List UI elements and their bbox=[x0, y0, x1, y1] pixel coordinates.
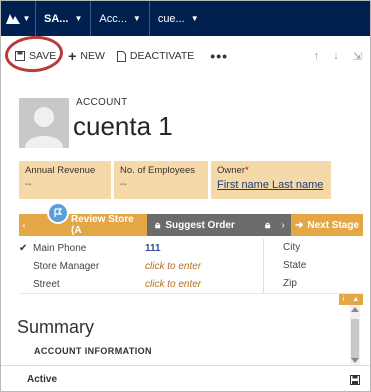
lock-icon: 🔒︎ bbox=[265, 219, 271, 231]
next-stage-label: Next Stage bbox=[307, 219, 360, 231]
save-button[interactable]: SAVE bbox=[3, 34, 65, 74]
scroll-down-icon[interactable] bbox=[351, 358, 359, 363]
owner-link[interactable]: First name Last name bbox=[217, 179, 323, 191]
chevron-left-icon[interactable]: ‹ bbox=[19, 214, 29, 236]
status-footer: Active bbox=[1, 365, 370, 391]
arrow-right-icon: ➜ bbox=[294, 219, 304, 231]
record-title: cuenta 1 bbox=[73, 111, 173, 141]
command-bar: SAVE + NEW DEACTIVATE ••• ↑ ↓ ⇲ bbox=[1, 34, 370, 76]
arrow-down-icon[interactable]: ↓ bbox=[333, 50, 339, 63]
field-row-main-phone[interactable]: ✔ Main Phone 111 bbox=[19, 239, 363, 257]
deactivate-button[interactable]: DEACTIVATE bbox=[111, 44, 200, 68]
new-button[interactable]: + NEW bbox=[62, 44, 111, 68]
record-status: Active bbox=[27, 374, 58, 385]
field-label: Main Phone bbox=[33, 242, 87, 254]
top-navigation-bar: ▼ SA... ▼ Acc... ▼ cue... ▼ bbox=[1, 1, 370, 36]
crm-window: ▼ SA... ▼ Acc... ▼ cue... ▼ SAVE + NEW D… bbox=[0, 0, 371, 392]
pop-out-icon[interactable]: ⇲ bbox=[353, 50, 362, 63]
chevron-down-icon: ▼ bbox=[74, 14, 83, 23]
scroll-thumb[interactable] bbox=[351, 319, 359, 359]
checkmark-icon: ✔ bbox=[19, 242, 28, 254]
lock-icon: 🔒︎ bbox=[155, 219, 161, 231]
field-value: -- bbox=[25, 179, 32, 190]
stage-label: Suggest Order bbox=[165, 219, 235, 231]
header-field-owner[interactable]: Owner* First name Last name bbox=[211, 161, 331, 199]
owner-label: Owner bbox=[217, 165, 245, 176]
info-icon: i bbox=[342, 296, 345, 303]
chevron-up-icon: ▲ bbox=[352, 296, 360, 303]
field-row-store-manager[interactable]: Store Manager click to enter bbox=[19, 257, 363, 275]
record-navigation: ↑ ↓ ⇲ bbox=[314, 50, 362, 63]
business-process-bar: ‹ Review Store (A 🔒︎ Suggest Order 🔒︎ Pl… bbox=[19, 202, 363, 236]
field-label-zip[interactable]: Zip bbox=[283, 278, 297, 289]
field-label: Annual Revenue bbox=[25, 165, 96, 176]
field-value: -- bbox=[120, 179, 127, 190]
avatar[interactable] bbox=[19, 98, 69, 148]
required-marker: * bbox=[244, 165, 249, 176]
person-icon bbox=[25, 107, 63, 148]
chevron-down-icon: ▼ bbox=[22, 14, 31, 23]
nav-crumb-label: SA... bbox=[44, 12, 69, 25]
stage-review-store[interactable]: Review Store (A bbox=[29, 214, 147, 236]
field-value[interactable]: 111 bbox=[145, 243, 255, 254]
arrow-up-icon[interactable]: ↑ bbox=[314, 50, 320, 63]
nav-crumb-accounts[interactable]: Acc... ▼ bbox=[90, 1, 148, 36]
entity-type-label: ACCOUNT bbox=[76, 97, 128, 108]
field-label: No. of Employees bbox=[120, 165, 195, 176]
new-label: NEW bbox=[80, 50, 105, 62]
flag-icon bbox=[47, 202, 69, 224]
plus-icon: + bbox=[68, 48, 77, 64]
vertical-scrollbar[interactable] bbox=[350, 305, 360, 365]
next-stage-button[interactable]: ➜ Next Stage bbox=[291, 214, 363, 236]
dynamics-logo-icon bbox=[5, 13, 20, 24]
deactivate-label: DEACTIVATE bbox=[129, 50, 195, 62]
chevron-down-icon: ▼ bbox=[190, 14, 199, 23]
nav-crumb-record[interactable]: cue... ▼ bbox=[148, 1, 207, 36]
nav-crumb-label: cue... bbox=[157, 12, 185, 25]
stage-suggest-order[interactable]: 🔒︎ Suggest Order bbox=[147, 214, 257, 236]
field-label: Street bbox=[33, 278, 60, 290]
nav-crumb-sales[interactable]: SA... ▼ bbox=[35, 1, 90, 36]
dynamics-logo-menu[interactable]: ▼ bbox=[1, 1, 35, 36]
scroll-up-icon[interactable] bbox=[351, 307, 359, 312]
chevron-right-icon[interactable]: › bbox=[275, 214, 291, 236]
field-label-state[interactable]: State bbox=[283, 260, 306, 271]
stage-label: Review Store (A bbox=[71, 214, 134, 236]
more-commands-button[interactable]: ••• bbox=[200, 44, 238, 68]
info-toggle-button[interactable]: i ▲ bbox=[339, 294, 363, 305]
header-field-annual-revenue[interactable]: Annual Revenue -- bbox=[19, 161, 111, 199]
field-value[interactable]: click to enter bbox=[145, 261, 255, 272]
field-value[interactable]: click to enter bbox=[145, 279, 255, 290]
field-row-street[interactable]: Street click to enter bbox=[19, 275, 363, 293]
header-field-employees[interactable]: No. of Employees -- bbox=[114, 161, 208, 199]
nav-crumb-label: Acc... bbox=[99, 12, 127, 25]
document-icon bbox=[116, 50, 126, 62]
form-divider: i ▲ bbox=[19, 293, 363, 305]
field-label: Owner* bbox=[217, 165, 325, 176]
chevron-down-icon: ▼ bbox=[132, 14, 141, 23]
field-label-city[interactable]: City bbox=[283, 242, 300, 253]
field-label: Store Manager bbox=[33, 260, 100, 272]
highlight-ring bbox=[3, 34, 65, 74]
column-divider bbox=[263, 239, 264, 293]
save-icon[interactable] bbox=[350, 375, 360, 385]
tab-summary-title[interactable]: Summary bbox=[17, 317, 94, 338]
section-account-information: ACCOUNT INFORMATION bbox=[34, 346, 152, 356]
